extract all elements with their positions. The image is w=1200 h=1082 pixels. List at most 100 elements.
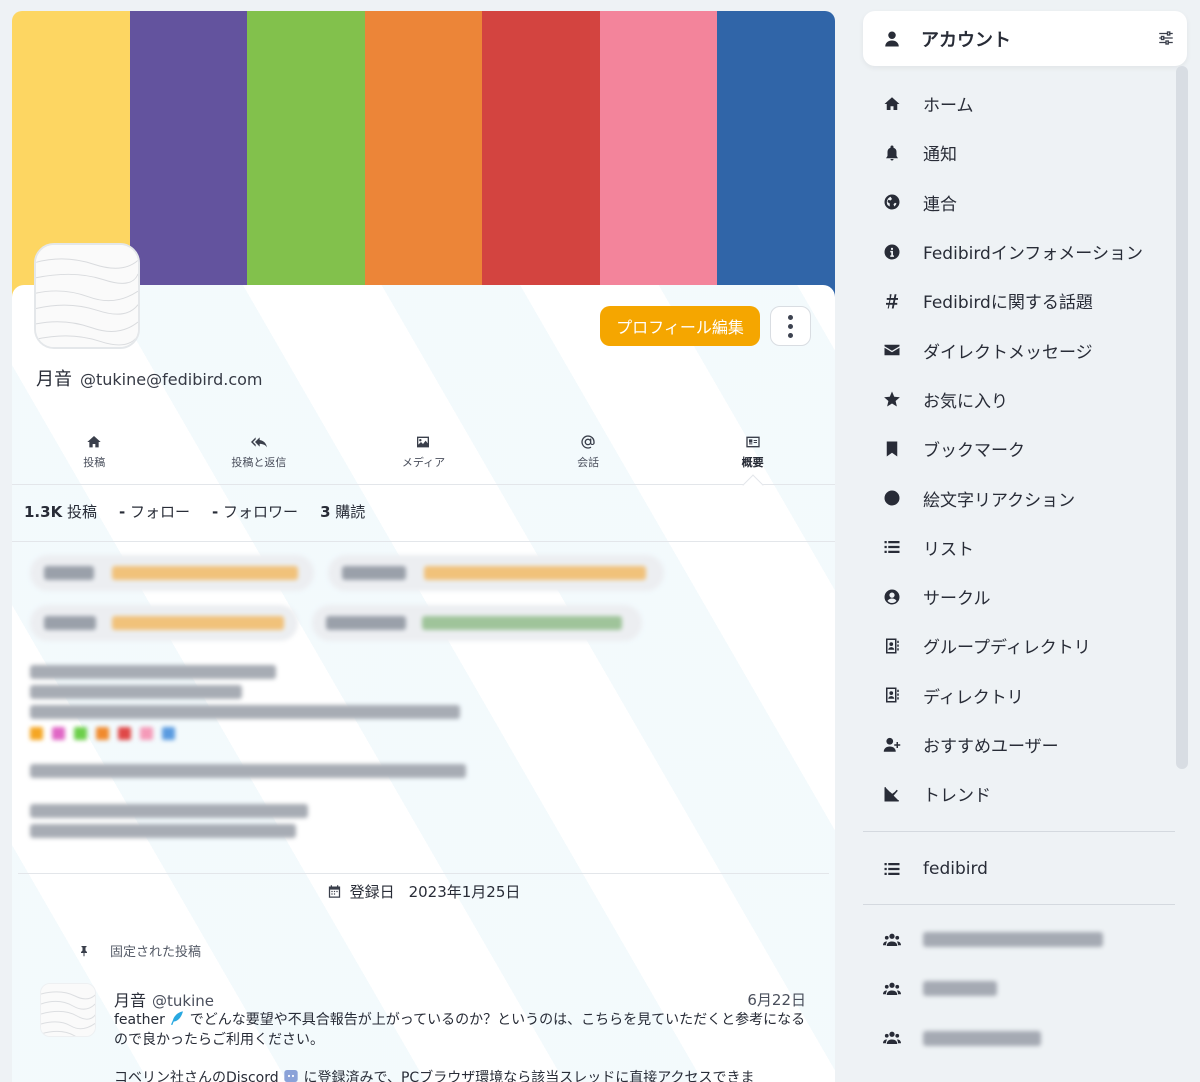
at-icon (581, 435, 595, 449)
calendar-icon (328, 885, 340, 898)
tab-about[interactable]: 概要 (670, 431, 835, 484)
nav-item-group-directory[interactable]: グループディレクトリ (863, 621, 1175, 670)
subscribing-count[interactable]: 3 購読 (320, 501, 365, 522)
account-handle: @tukine@fedibird.com (80, 370, 263, 389)
tab-media[interactable]: メディア (341, 431, 506, 484)
sliders-icon[interactable] (1157, 29, 1175, 47)
pinned-indicator: 固定された投稿 (78, 941, 201, 960)
account-column: プロフィール編集 月音 @tukine@fedibird.com 投稿 投稿と返… (12, 11, 835, 1082)
avatar-image (41, 984, 95, 1036)
nav-item-group[interactable] (863, 915, 1175, 964)
list-icon (884, 541, 900, 554)
nav-item-fedibird-info[interactable]: Fedibirdインフォメーション (863, 227, 1175, 276)
nav-item-lists[interactable]: リスト (863, 523, 1175, 572)
edit-profile-button[interactable]: プロフィール編集 (600, 306, 760, 346)
nav-item-group[interactable] (863, 1014, 1175, 1063)
users-icon (883, 933, 901, 946)
nav-item-list-fedibird[interactable]: fedibird (863, 844, 1175, 893)
account-counts: 1.3K 投稿 - フォロー - フォロワー 3 購読 (24, 501, 365, 522)
user-icon (885, 31, 899, 46)
following-count[interactable]: - フォロー (119, 501, 190, 522)
bell-icon (886, 145, 898, 161)
ellipsis-vertical-icon (788, 314, 793, 338)
profile-tabs: 投稿 投稿と返信 メディア 会話 概要 (12, 431, 835, 485)
nav-item-suggestions[interactable]: おすすめユーザー (863, 720, 1175, 769)
globe-icon (884, 194, 900, 210)
user-plus-icon (883, 737, 901, 752)
profile-field (30, 555, 314, 591)
divider (863, 831, 1175, 832)
nav-item-bookmarks[interactable]: ブックマーク (863, 424, 1175, 473)
profile-name: 月音 @tukine@fedibird.com (36, 365, 263, 391)
joined-date: 登録日 2023年1月25日 (12, 881, 835, 902)
profile-field (328, 555, 664, 591)
profile-avatar[interactable] (34, 243, 140, 349)
status-display-name: 月音 (114, 991, 147, 1010)
joined-label: 登録日 (349, 883, 395, 901)
profile-field (312, 605, 642, 641)
posts-count[interactable]: 1.3K 投稿 (24, 501, 97, 522)
display-name: 月音 (36, 369, 72, 390)
profile-bio-redacted (30, 665, 466, 844)
status-date[interactable]: 6月22日 (747, 989, 806, 1010)
nav-item-favourites[interactable]: お気に入り (863, 375, 1175, 424)
reply-all-icon (250, 437, 267, 448)
nav-item-direct-messages[interactable]: ダイレクトメッセージ (863, 325, 1175, 374)
smile-icon (884, 490, 900, 506)
joined-date-value: 2023年1月25日 (408, 883, 521, 901)
status-content: feather でどんな要望や不具合報告が上がっているのか？というのは、こちらを… (114, 1011, 806, 1082)
main-navigation: ホーム 通知 連合 Fedibirdインフォメーション Fedibirdに関する… (863, 79, 1175, 818)
image-icon (417, 436, 430, 448)
nav-item-circles[interactable]: サークル (863, 572, 1175, 621)
nav-item-trends[interactable]: トレンド (863, 769, 1175, 818)
discord-emoji-icon (284, 1070, 298, 1082)
divider (12, 541, 835, 542)
user-circle-icon (884, 589, 900, 605)
profile-field (30, 605, 298, 641)
info-icon (884, 244, 900, 260)
id-card-icon (746, 436, 760, 448)
followers-count[interactable]: - フォロワー (212, 501, 298, 522)
envelope-icon (884, 344, 900, 356)
bookmark-icon (886, 441, 898, 457)
status-acct: @tukine (152, 992, 214, 1010)
banner-stripe (599, 11, 718, 311)
tab-posts-and-replies[interactable]: 投稿と返信 (177, 431, 342, 484)
divider (863, 904, 1175, 905)
nav-item-fedibird-topics[interactable]: Fedibirdに関する話題 (863, 276, 1175, 325)
nav-item-group[interactable] (863, 964, 1175, 1013)
divider (18, 873, 829, 874)
nav-item-home[interactable]: ホーム (863, 79, 1175, 128)
banner-stripe (482, 11, 600, 311)
account-column-header[interactable]: アカウント (863, 11, 1187, 66)
address-book-icon (886, 687, 899, 703)
home-icon (884, 96, 900, 110)
status-author[interactable]: 月音 @tukine (114, 987, 214, 1011)
status-avatar[interactable] (40, 983, 96, 1037)
status-link-feather[interactable]: feather (114, 1012, 165, 1028)
star-icon (884, 391, 900, 407)
tab-posts[interactable]: 投稿 (12, 431, 177, 484)
hashtag-icon (886, 294, 898, 309)
nav-item-notifications[interactable]: 通知 (863, 128, 1175, 177)
address-book-icon (886, 638, 899, 654)
tab-conversations[interactable]: 会話 (506, 431, 671, 484)
navigation-panel: アカウント ホーム 通知 連合 Fedibirdインフォメーション Fedibi… (863, 11, 1187, 1082)
banner-stripe (364, 11, 483, 311)
nav-item-emoji-reactions[interactable]: 絵文字リアクション (863, 473, 1175, 522)
banner-stripe (717, 11, 835, 311)
thumbtack-icon (81, 945, 87, 956)
nav-item-federated[interactable]: 連合 (863, 178, 1175, 227)
chart-line-icon (884, 787, 899, 802)
group-list-redacted (863, 915, 1175, 1063)
nav-item-directory[interactable]: ディレクトリ (863, 671, 1175, 720)
feather-emoji-icon (171, 1011, 184, 1025)
banner-stripe (247, 11, 365, 311)
column-title: アカウント (921, 29, 1011, 51)
users-icon (883, 982, 901, 995)
sidebar-scrollbar[interactable] (1176, 66, 1188, 769)
avatar-image (36, 245, 138, 347)
home-icon (87, 436, 101, 448)
banner-stripe (129, 11, 248, 311)
more-options-button[interactable] (770, 306, 811, 346)
